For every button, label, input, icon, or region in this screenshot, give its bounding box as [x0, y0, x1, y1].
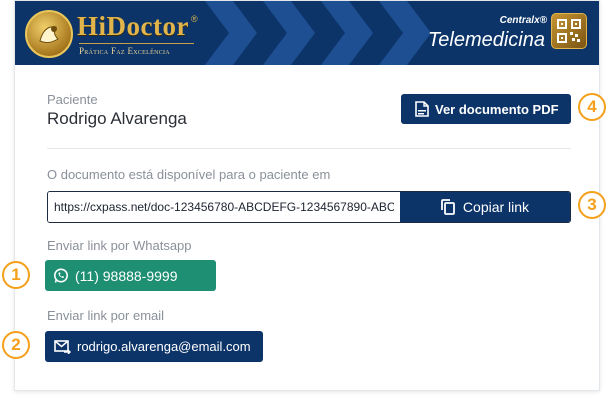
document-link-input[interactable] — [48, 192, 400, 222]
availability-text: O documento está disponível para o pacie… — [47, 167, 331, 182]
whatsapp-phone: (11) 98888-9999 — [75, 267, 178, 284]
email-send-button[interactable]: rodrigo.alvarenga@email.com — [45, 331, 263, 362]
email-address: rodrigo.alvarenga@email.com — [77, 339, 251, 354]
brand-name: HiDoctor — [77, 11, 189, 41]
email-section-label: Enviar link por email — [47, 308, 165, 323]
patient-label: Paciente — [47, 92, 98, 107]
qr-code-icon — [551, 13, 587, 49]
chevron-banner-decoration — [205, 1, 431, 65]
app-header: HiDoctor ® Prática Faz Excelência Centra… — [15, 1, 599, 65]
section-divider — [47, 148, 571, 149]
document-link-group: Copiar link — [47, 191, 571, 223]
copy-link-label: Copiar link — [462, 199, 530, 215]
view-pdf-button[interactable]: Ver documento PDF — [401, 94, 571, 124]
brand-registered-mark: ® — [191, 14, 198, 24]
callout-marker-2: 2 — [2, 331, 30, 359]
copy-icon — [441, 199, 455, 215]
document-icon — [415, 101, 429, 117]
whatsapp-section-label: Enviar link por Whatsapp — [47, 238, 192, 253]
callout-marker-1: 1 — [2, 261, 30, 289]
patient-name: Rodrigo Alvarenga — [47, 109, 187, 128]
product-name: Telemedicina — [427, 29, 545, 51]
callout-marker-4: 4 — [578, 93, 606, 121]
whatsapp-icon — [53, 268, 69, 284]
brand-tagline: Prática Faz Excelência — [79, 43, 194, 56]
centralx-label: Centralx® — [499, 15, 547, 26]
callout-marker-3: 3 — [578, 191, 606, 219]
view-pdf-label: Ver documento PDF — [435, 101, 559, 117]
whatsapp-send-button[interactable]: (11) 98888-9999 — [45, 260, 216, 291]
hidoctor-logo-icon — [25, 10, 73, 58]
mail-send-icon — [54, 339, 71, 354]
copy-link-button[interactable]: Copiar link — [400, 192, 570, 222]
